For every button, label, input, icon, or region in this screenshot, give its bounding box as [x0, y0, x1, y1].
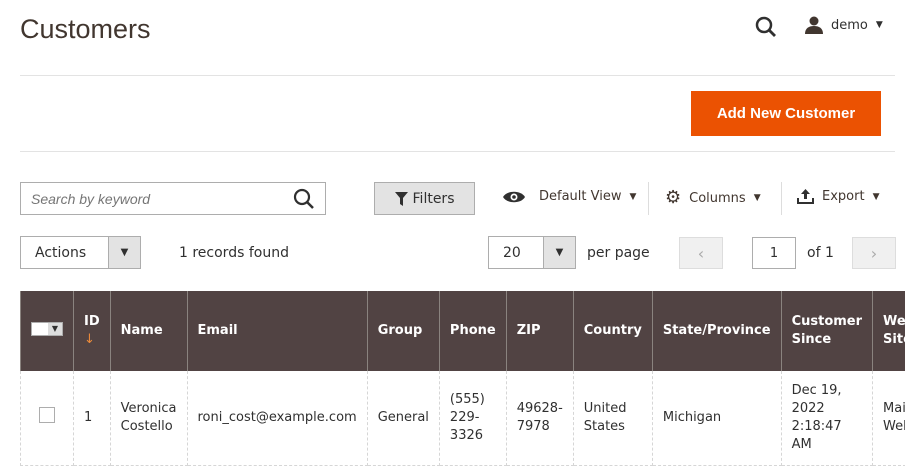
column-header-id[interactable]: ID ↓	[73, 291, 111, 371]
filters-label: Filters	[412, 190, 455, 207]
search-icon-button[interactable]	[755, 16, 777, 42]
actions-label: Actions	[35, 244, 87, 261]
row-checkbox[interactable]	[39, 406, 55, 423]
export-icon	[797, 189, 814, 204]
column-header-phone[interactable]: Phone	[438, 291, 507, 371]
search-icon[interactable]	[293, 188, 315, 210]
column-header-state[interactable]: State/Province	[651, 291, 782, 371]
cell-state: Michigan	[651, 371, 782, 466]
chevron-down-icon: ▼	[753, 193, 761, 203]
divider	[20, 75, 895, 76]
cell-phone: (555) 229-3326	[438, 371, 507, 466]
export-dropdown[interactable]: Export ▼	[797, 189, 879, 204]
search-input[interactable]	[31, 190, 293, 207]
chevron-down-icon: ▼	[629, 191, 637, 202]
next-page-button[interactable]: ›	[852, 237, 896, 269]
cell-name: Veronica Costello	[109, 371, 188, 466]
view-dropdown[interactable]: Default View ▼	[503, 189, 636, 204]
column-header-country[interactable]: Country	[572, 291, 653, 371]
divider	[648, 182, 649, 215]
table-row[interactable]: 1 Veronica Costello roni_cost@example.co…	[20, 371, 905, 466]
column-header-website[interactable]: Web Site	[872, 291, 905, 371]
cell-id: 1	[73, 371, 111, 466]
per-page-select[interactable]: 20 ▼	[488, 236, 576, 269]
filters-button[interactable]: Filters	[374, 182, 475, 215]
sort-arrow-icon: ↓	[84, 332, 95, 347]
gear-icon: ⚙	[665, 187, 682, 208]
page-title: Customers	[20, 14, 151, 44]
column-header-group[interactable]: Group	[366, 291, 440, 371]
search-box	[20, 182, 326, 215]
cell-zip: 49628-7978	[505, 371, 574, 466]
view-label: Default View	[539, 189, 622, 204]
cell-group: General	[366, 371, 440, 466]
previous-page-button[interactable]: ‹	[679, 237, 723, 269]
user-icon	[805, 16, 823, 34]
cell-email: roni_cost@example.com	[186, 371, 368, 466]
user-menu[interactable]: demo ▼	[805, 16, 883, 34]
column-header-name[interactable]: Name	[109, 291, 188, 371]
columns-label: Columns	[689, 190, 746, 206]
per-page-value: 20	[503, 244, 521, 261]
column-header-email[interactable]: Email	[186, 291, 368, 371]
records-found: 1 records found	[179, 245, 289, 261]
user-name: demo	[831, 17, 868, 33]
columns-dropdown[interactable]: ⚙ Columns ▼	[665, 189, 761, 207]
cell-customer-since: Dec 19, 2022 2:18:47 AM	[780, 371, 874, 466]
cell-website: Main Website	[872, 371, 905, 466]
column-header-zip[interactable]: ZIP	[505, 291, 574, 371]
filter-icon	[394, 191, 408, 206]
page-input[interactable]: 1	[752, 237, 796, 269]
eye-icon	[503, 191, 525, 202]
chevron-down-icon: ▼	[543, 237, 575, 268]
chevron-down-icon: ▼	[872, 191, 880, 202]
per-page-label: per page	[587, 245, 650, 261]
column-header-customer-since[interactable]: Customer Since	[780, 291, 874, 371]
cell-country: United States	[572, 371, 653, 466]
divider	[20, 151, 895, 152]
chevron-down-icon: ▼	[108, 237, 140, 268]
page-total: of 1	[807, 245, 834, 261]
select-all-header[interactable]: ▼	[20, 291, 74, 371]
export-label: Export	[822, 189, 865, 204]
actions-dropdown[interactable]: Actions ▼	[20, 236, 141, 269]
chevron-down-icon: ▼	[875, 20, 883, 30]
customers-grid: ▼ ID ↓ Name Email Group Phone ZIP Countr…	[20, 291, 905, 466]
divider	[781, 182, 782, 215]
add-new-customer-button[interactable]: Add New Customer	[691, 91, 881, 136]
header-row: ▼ ID ↓ Name Email Group Phone ZIP Countr…	[20, 291, 905, 371]
